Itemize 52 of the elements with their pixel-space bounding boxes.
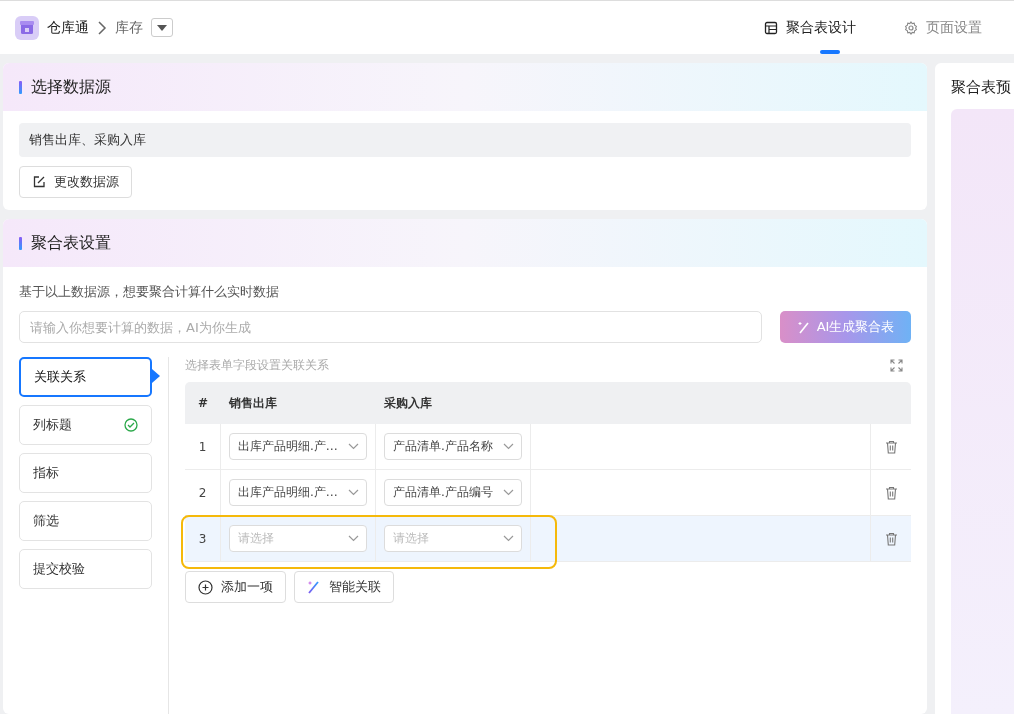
nav-tab[interactable]: 页面设置	[888, 1, 998, 54]
app-name[interactable]: 仓库通	[47, 18, 89, 37]
trash-icon[interactable]	[884, 439, 898, 454]
nav-tab[interactable]: 聚合表设计	[748, 1, 872, 54]
app-logo-icon	[15, 15, 39, 40]
title-accent-bar	[19, 80, 22, 94]
card-title: 聚合表设置	[31, 232, 111, 254]
chevron-down-icon	[503, 443, 514, 450]
data-source-field: 销售出库、采购入库	[19, 123, 911, 157]
select-field[interactable]: 产品清单.产品名称	[384, 433, 522, 460]
edit-icon	[32, 175, 46, 189]
row-number: 2	[198, 485, 207, 500]
table-icon	[764, 20, 778, 35]
row-number: 1	[198, 439, 207, 454]
chevron-down-icon	[503, 535, 514, 542]
select-field[interactable]: 出库产品明细.产…	[229, 433, 367, 460]
trash-icon[interactable]	[884, 485, 898, 500]
chevron-down-icon	[348, 443, 359, 450]
step-item[interactable]: 指标	[19, 453, 152, 493]
trash-icon[interactable]	[884, 531, 898, 546]
caret-icon	[157, 24, 167, 31]
select-field[interactable]: 出库产品明细.产…	[229, 479, 367, 506]
magic-wand-icon	[796, 320, 811, 334]
pointer-arrow	[152, 369, 160, 383]
panel-title: 聚合表预	[951, 78, 1012, 97]
prompt-label: 基于以上数据源，想要聚合计算什么实时数据	[19, 283, 280, 301]
settings-icon	[904, 20, 918, 35]
smart-relate-button[interactable]: 智能关联	[294, 571, 394, 603]
chevron-down-icon	[503, 489, 514, 496]
chevron-right-icon	[97, 20, 107, 35]
step-item[interactable]: 列标题	[19, 405, 152, 445]
select-field[interactable]: 产品清单.产品编号	[384, 479, 522, 506]
add-item-button[interactable]: 添加一项	[185, 571, 286, 603]
column-header: 销售出库	[229, 394, 277, 412]
title-accent-bar	[19, 236, 22, 250]
chevron-down-icon	[348, 489, 359, 496]
step-item[interactable]: 关联关系	[19, 357, 152, 397]
card-title: 选择数据源	[31, 76, 111, 98]
expand-icon[interactable]	[890, 358, 903, 372]
column-header: 采购入库	[384, 394, 432, 412]
step-item[interactable]: 提交校验	[19, 549, 152, 589]
magic-wand-icon	[307, 580, 321, 594]
breadcrumb-item[interactable]: 库存	[115, 18, 143, 37]
plus-circle-icon	[198, 579, 213, 595]
hint-text: 选择表单字段设置关联关系	[185, 357, 329, 373]
row-number: 3	[198, 531, 207, 546]
column-header: #	[197, 396, 209, 410]
chevron-down-icon	[348, 535, 359, 542]
dropdown-button[interactable]	[151, 18, 173, 37]
step-item[interactable]: 筛选	[19, 501, 152, 541]
prompt-input-field[interactable]: 请输入你想要计算的数据，AI为你生成	[19, 311, 762, 343]
change-source-button[interactable]: 更改数据源	[19, 166, 132, 198]
